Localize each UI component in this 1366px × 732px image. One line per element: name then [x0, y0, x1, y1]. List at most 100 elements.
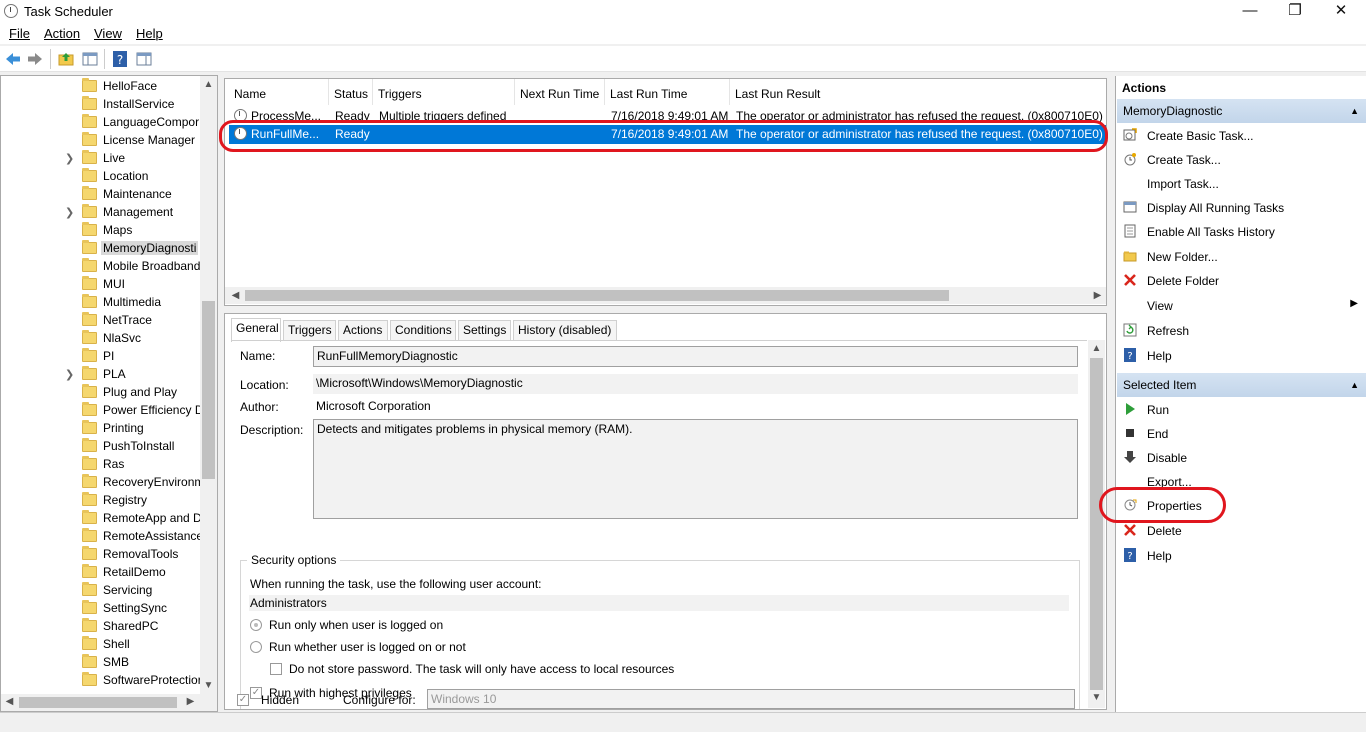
column-header-status[interactable]: Status — [329, 79, 373, 105]
user-account-field[interactable]: Administrators — [249, 595, 1069, 611]
tree-item[interactable]: LanguageCompor — [1, 114, 201, 132]
up-folder-icon[interactable] — [57, 50, 75, 68]
scroll-right-arrow-icon[interactable]: ▶ — [1089, 290, 1106, 301]
task-list-scroll-thumb[interactable] — [245, 290, 949, 301]
tree-item[interactable]: InstallService — [1, 96, 201, 114]
tab-history[interactable]: History (disabled) — [513, 320, 617, 340]
author-field[interactable]: Microsoft Corporation — [313, 397, 1078, 417]
column-header-name[interactable]: Name — [229, 79, 329, 105]
tree-item[interactable]: Printing — [1, 420, 201, 438]
details-vertical-scrollbar[interactable]: ▲ ▼ — [1088, 340, 1105, 708]
scroll-down-arrow-icon[interactable]: ▼ — [200, 680, 217, 691]
tree-item[interactable]: RecoveryEnvironm — [1, 474, 204, 492]
description-field[interactable]: Detects and mitigates problems in physic… — [313, 419, 1078, 519]
tree-item[interactable]: ❯ Management — [1, 204, 201, 222]
action-help[interactable]: ? Help — [1116, 345, 1366, 367]
tab-triggers[interactable]: Triggers — [283, 320, 336, 340]
help-icon[interactable]: ? — [111, 50, 129, 68]
restore-button[interactable]: ❐ — [1272, 0, 1318, 24]
task-list-horizontal-scrollbar[interactable]: ◀ ▶ — [225, 287, 1106, 304]
menu-file[interactable]: File — [9, 26, 30, 41]
scroll-up-arrow-icon[interactable]: ▲ — [200, 79, 217, 90]
tab-general[interactable]: General — [231, 318, 281, 342]
action-view[interactable]: View ▶ — [1116, 295, 1366, 317]
tree-item[interactable]: Mobile Broadband — [1, 258, 201, 276]
scroll-down-arrow-icon[interactable]: ▼ — [1088, 692, 1105, 703]
tree-scroll-thumb[interactable] — [202, 301, 215, 479]
tree-item[interactable]: Ras — [1, 456, 201, 474]
tree-item[interactable]: RemoteApp and D — [1, 510, 202, 528]
menu-view[interactable]: View — [94, 26, 122, 41]
tree-item[interactable]: Location — [1, 168, 201, 186]
tree-item[interactable]: SMB — [1, 654, 201, 672]
tree-item[interactable]: ❯ Live — [1, 150, 201, 168]
action-create-basic-task[interactable]: Create Basic Task... — [1116, 125, 1366, 147]
back-arrow-icon[interactable] — [4, 50, 22, 68]
radio-run-whether-logged-on[interactable] — [250, 641, 262, 653]
tree-item[interactable]: Multimedia — [1, 294, 201, 312]
tree-item[interactable]: License Manager — [1, 132, 201, 150]
scroll-right-arrow-icon[interactable]: ▶ — [182, 696, 199, 707]
action-delete[interactable]: Delete — [1116, 520, 1366, 542]
action-new-folder[interactable]: New Folder... — [1116, 246, 1366, 268]
column-header-triggers[interactable]: Triggers — [373, 79, 515, 105]
column-header-next-run-time[interactable]: Next Run Time — [515, 79, 605, 105]
details-scroll-thumb[interactable] — [1090, 358, 1103, 690]
tree-item[interactable]: RetailDemo — [1, 564, 201, 582]
checkbox-do-not-store-password[interactable] — [270, 663, 282, 675]
action-help[interactable]: ? Help — [1116, 545, 1366, 567]
action-delete-folder[interactable]: Delete Folder — [1116, 270, 1366, 292]
action-display-all-running-tasks[interactable]: Display All Running Tasks — [1116, 197, 1366, 219]
tree-item[interactable]: MemoryDiagnosti — [1, 240, 201, 258]
tree-item[interactable]: Registry — [1, 492, 201, 510]
show-hide-console-tree-icon[interactable] — [81, 50, 99, 68]
tree-item[interactable]: SettingSync — [1, 600, 201, 618]
tree-item[interactable]: MUI — [1, 276, 201, 294]
name-field[interactable]: RunFullMemoryDiagnostic — [313, 346, 1078, 367]
expand-chevron-icon[interactable]: ❯ — [65, 206, 74, 219]
column-header-last-run-result[interactable]: Last Run Result — [730, 79, 1100, 105]
tree-item[interactable]: Maintenance — [1, 186, 201, 204]
tree-item[interactable]: HelloFace — [1, 78, 201, 96]
tab-settings[interactable]: Settings — [458, 320, 511, 340]
action-export[interactable]: Export... — [1116, 471, 1366, 493]
scroll-up-arrow-icon[interactable]: ▲ — [1088, 343, 1105, 354]
column-header-last-run-time[interactable]: Last Run Time — [605, 79, 730, 105]
task-row[interactable]: ProcessMe... Ready Multiple triggers def… — [229, 107, 1106, 126]
expand-chevron-icon[interactable]: ❯ — [65, 152, 74, 165]
tree-horizontal-scrollbar[interactable]: ◀ ▶ — [1, 694, 217, 711]
action-run[interactable]: Run — [1116, 399, 1366, 421]
tree-item[interactable]: ❯ PLA — [1, 366, 201, 384]
tree-item[interactable]: Shell — [1, 636, 201, 654]
task-row-selected[interactable]: RunFullMe... Ready 7/16/2018 9:49:01 AM … — [229, 125, 1106, 144]
tree-item[interactable]: Plug and Play — [1, 384, 201, 402]
tree-item[interactable]: SoftwareProtectior — [1, 672, 202, 690]
tree-vertical-scrollbar[interactable]: ▲ ▼ — [200, 76, 217, 695]
tree-item[interactable]: NlaSvc — [1, 330, 201, 348]
tree-item[interactable]: RemoteAssistance — [1, 528, 203, 546]
actions-section-memorydiagnostic[interactable]: MemoryDiagnostic ▲ — [1117, 99, 1366, 123]
collapse-caret-icon[interactable]: ▲ — [1350, 99, 1359, 123]
menu-help[interactable]: Help — [136, 26, 163, 41]
tree-item[interactable]: Maps — [1, 222, 201, 240]
tab-actions[interactable]: Actions — [338, 320, 388, 340]
menu-action[interactable]: Action — [44, 26, 80, 41]
action-import-task[interactable]: Import Task... — [1116, 173, 1366, 195]
scroll-left-arrow-icon[interactable]: ◀ — [227, 290, 244, 301]
forward-arrow-icon[interactable] — [26, 50, 44, 68]
action-disable[interactable]: Disable — [1116, 447, 1366, 469]
location-field[interactable]: \Microsoft\Windows\MemoryDiagnostic — [313, 374, 1078, 394]
tree-item[interactable]: PI — [1, 348, 201, 366]
minimize-button[interactable]: — — [1227, 0, 1273, 24]
actions-section-selected-item[interactable]: Selected Item ▲ — [1117, 373, 1366, 397]
expand-chevron-icon[interactable]: ❯ — [65, 368, 74, 381]
radio-run-only-logged-on[interactable] — [250, 619, 262, 631]
checkbox-hidden[interactable]: ✓ — [237, 694, 249, 706]
tree-item[interactable]: Servicing — [1, 582, 201, 600]
show-hide-action-pane-icon[interactable] — [135, 50, 153, 68]
action-end[interactable]: End — [1116, 423, 1366, 445]
action-enable-all-tasks-history[interactable]: Enable All Tasks History — [1116, 221, 1366, 243]
tree-item[interactable]: SharedPC — [1, 618, 201, 636]
tab-conditions[interactable]: Conditions — [390, 320, 456, 340]
configure-for-select[interactable]: Windows 10 — [427, 689, 1075, 709]
